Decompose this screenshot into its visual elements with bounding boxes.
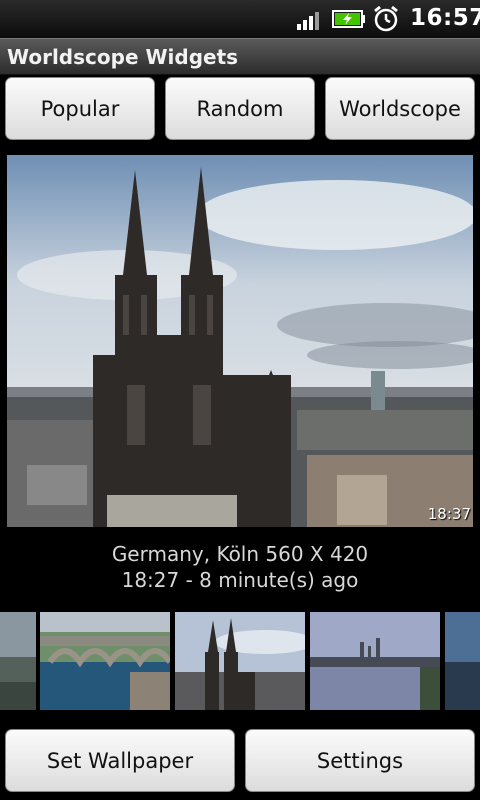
- app-title: Worldscope Widgets: [7, 45, 239, 69]
- gallery-thumbnail-selected[interactable]: [175, 612, 305, 710]
- thumbnail-gallery[interactable]: [0, 612, 480, 710]
- gallery-thumbnail[interactable]: [0, 612, 36, 710]
- webcam-location: Germany, Köln 560 X 420: [111, 542, 369, 566]
- gallery-thumbnail[interactable]: [445, 612, 480, 710]
- random-button[interactable]: Random: [165, 77, 315, 140]
- webcam-update-time: 18:27 - 8 minute(s) ago: [121, 568, 359, 592]
- worldscope-button[interactable]: Worldscope: [325, 77, 475, 140]
- webcam-image[interactable]: 18:37: [7, 155, 473, 527]
- settings-button[interactable]: Settings: [245, 729, 475, 792]
- gallery-thumbnail[interactable]: [40, 612, 170, 710]
- alarm-clock-icon: [374, 5, 398, 32]
- signal-icon: [297, 12, 319, 30]
- set-wallpaper-button[interactable]: Set Wallpaper: [5, 729, 235, 792]
- webcam-timestamp: 18:37: [427, 505, 471, 523]
- battery-charging-icon: [332, 10, 365, 28]
- status-bar: 16:57: [0, 0, 480, 38]
- gallery-thumbnail[interactable]: [310, 612, 440, 710]
- popular-button[interactable]: Popular: [5, 77, 155, 140]
- status-time: 16:57: [410, 5, 480, 31]
- app-title-bar: Worldscope Widgets: [0, 38, 480, 75]
